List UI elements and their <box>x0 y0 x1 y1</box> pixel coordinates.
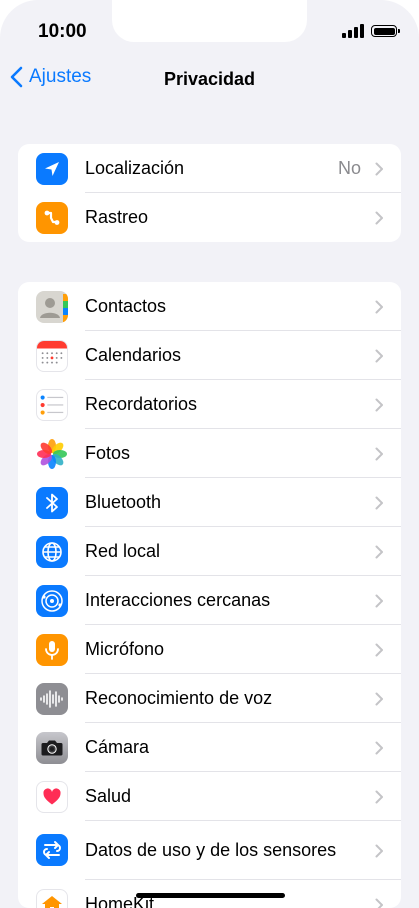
waveform-icon <box>36 683 68 715</box>
status-time: 10:00 <box>38 21 87 42</box>
row-reminders[interactable]: Recordatorios <box>18 380 401 429</box>
calendar-icon <box>36 340 68 372</box>
row-health[interactable]: Salud <box>18 772 401 821</box>
row-tracking[interactable]: Rastreo <box>18 193 401 242</box>
row-local-network[interactable]: Red local <box>18 527 401 576</box>
row-label: Localización <box>85 158 185 178</box>
chevron-right-icon <box>375 844 383 858</box>
page-title: Privacidad <box>163 69 256 89</box>
chevron-right-icon <box>375 594 383 608</box>
chevron-right-icon <box>375 162 383 176</box>
reminders-icon <box>36 389 68 421</box>
row-value: No <box>337 158 361 178</box>
camera-icon <box>36 732 68 764</box>
chevron-right-icon <box>375 300 383 314</box>
chevron-right-icon <box>375 211 383 225</box>
notch <box>112 0 307 42</box>
row-bluetooth[interactable]: Bluetooth <box>18 478 401 527</box>
row-label: Calendarios <box>85 345 182 365</box>
row-label: Cámara <box>85 737 150 757</box>
contacts-icon <box>36 291 68 323</box>
cellular-signal-icon <box>342 24 364 38</box>
home-indicator <box>136 893 285 898</box>
chevron-right-icon <box>375 447 383 461</box>
row-contacts[interactable]: Contactos <box>18 282 401 331</box>
heart-icon <box>36 781 68 813</box>
microphone-icon <box>36 634 68 666</box>
chevron-right-icon <box>375 545 383 559</box>
tracking-icon <box>36 202 68 234</box>
row-speech-recognition[interactable]: Reconocimiento de voz <box>18 674 401 723</box>
chevron-right-icon <box>375 741 383 755</box>
status-icons <box>342 24 400 38</box>
nearby-interactions-icon <box>36 585 68 617</box>
sensor-data-icon <box>36 834 68 866</box>
privacy-screen: 10:00 Ajustes Privacidad Localización No <box>0 0 419 908</box>
row-microphone[interactable]: Micrófono <box>18 625 401 674</box>
row-label: Reconocimiento de voz <box>85 688 273 708</box>
row-photos[interactable]: Fotos <box>18 429 401 478</box>
row-label: Interacciones cercanas <box>85 590 271 610</box>
row-label: Rastreo <box>85 207 149 227</box>
row-label: Contactos <box>85 296 167 316</box>
row-label: Red local <box>85 541 161 561</box>
chevron-right-icon <box>375 898 383 908</box>
chevron-right-icon <box>375 496 383 510</box>
row-nearby-interactions[interactable]: Interacciones cercanas <box>18 576 401 625</box>
row-location[interactable]: Localización No <box>18 144 401 193</box>
row-calendars[interactable]: Calendarios <box>18 331 401 380</box>
chevron-right-icon <box>375 643 383 657</box>
row-camera[interactable]: Cámara <box>18 723 401 772</box>
row-label: Bluetooth <box>85 492 162 512</box>
globe-icon <box>36 536 68 568</box>
row-sensor-data[interactable]: Datos de uso y de los sensores <box>18 821 401 880</box>
row-label: Salud <box>85 786 132 806</box>
location-arrow-icon <box>36 153 68 185</box>
photos-icon <box>36 438 68 470</box>
settings-group-tracking: Localización No Rastreo <box>18 144 401 242</box>
row-label: Datos de uso y de los sensores <box>85 840 337 860</box>
chevron-right-icon <box>375 349 383 363</box>
row-label: Recordatorios <box>85 394 198 414</box>
battery-icon <box>371 25 400 37</box>
chevron-right-icon <box>375 790 383 804</box>
home-icon <box>36 889 68 908</box>
chevron-right-icon <box>375 398 383 412</box>
row-label: Micrófono <box>85 639 165 659</box>
bluetooth-icon <box>36 487 68 519</box>
chevron-right-icon <box>375 692 383 706</box>
row-label: Fotos <box>85 443 131 463</box>
settings-group-permissions: Contactos Calendarios Recordatorios Foto… <box>18 282 401 908</box>
